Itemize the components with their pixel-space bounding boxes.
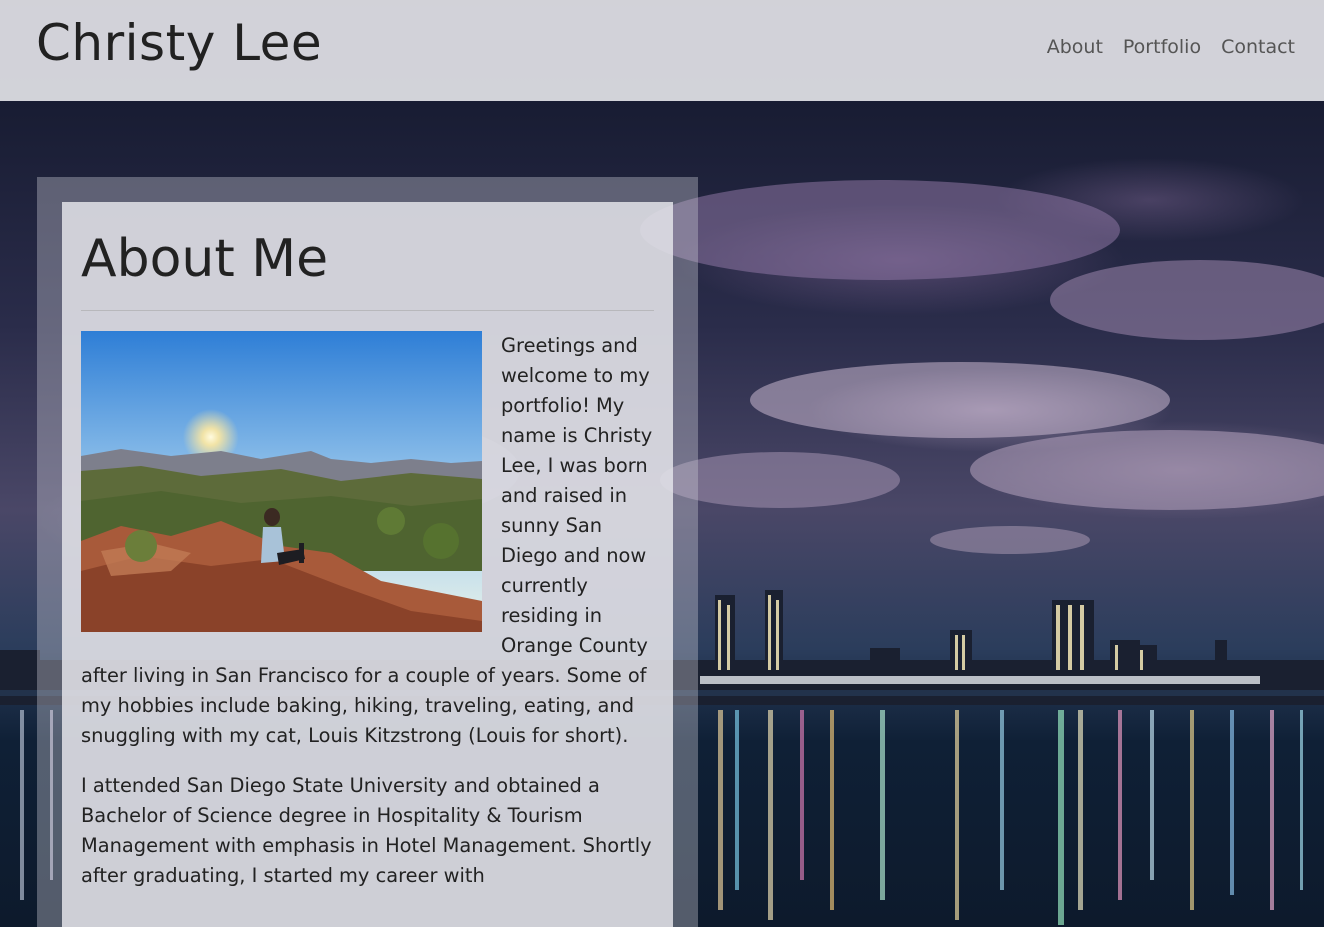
- nav-link-about[interactable]: About: [1047, 36, 1103, 58]
- profile-photo: [81, 331, 482, 632]
- nav-link-contact[interactable]: Contact: [1221, 36, 1295, 58]
- about-paragraph: I attended San Diego State University an…: [81, 774, 652, 887]
- about-heading: About Me: [81, 229, 329, 289]
- about-card: About Me Greetings and welcome to my por…: [62, 202, 673, 927]
- site-header: Christy Lee About Portfolio Contact: [0, 0, 1324, 101]
- divider: [81, 310, 654, 311]
- site-brand[interactable]: Christy Lee: [36, 8, 322, 78]
- nav-link-portfolio[interactable]: Portfolio: [1123, 36, 1201, 58]
- main-nav: About Portfolio Contact: [1047, 36, 1295, 58]
